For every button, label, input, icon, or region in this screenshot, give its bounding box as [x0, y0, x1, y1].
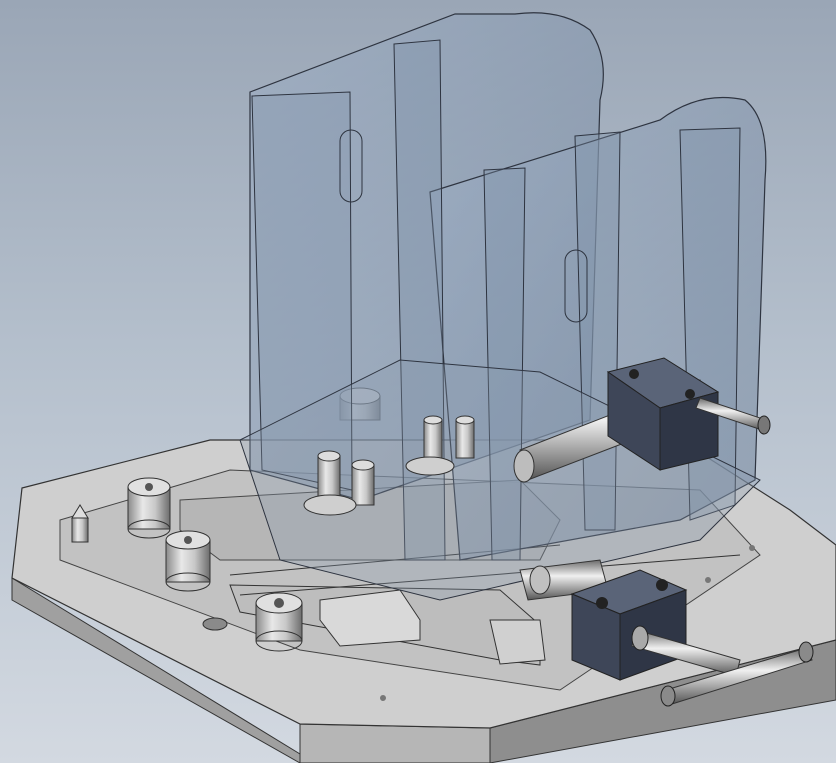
- cad-viewport[interactable]: [0, 0, 836, 763]
- standoff: [127, 477, 171, 539]
- standoff: [165, 530, 211, 592]
- rail-block: [489, 619, 546, 665]
- cad-assembly-render: [11, 12, 836, 763]
- base-plate-front-side: [299, 723, 491, 763]
- screw-head: [705, 577, 711, 583]
- screw-head: [380, 695, 386, 701]
- plate-hole: [202, 617, 228, 631]
- rail-block: [319, 589, 421, 647]
- screw-head: [749, 545, 755, 551]
